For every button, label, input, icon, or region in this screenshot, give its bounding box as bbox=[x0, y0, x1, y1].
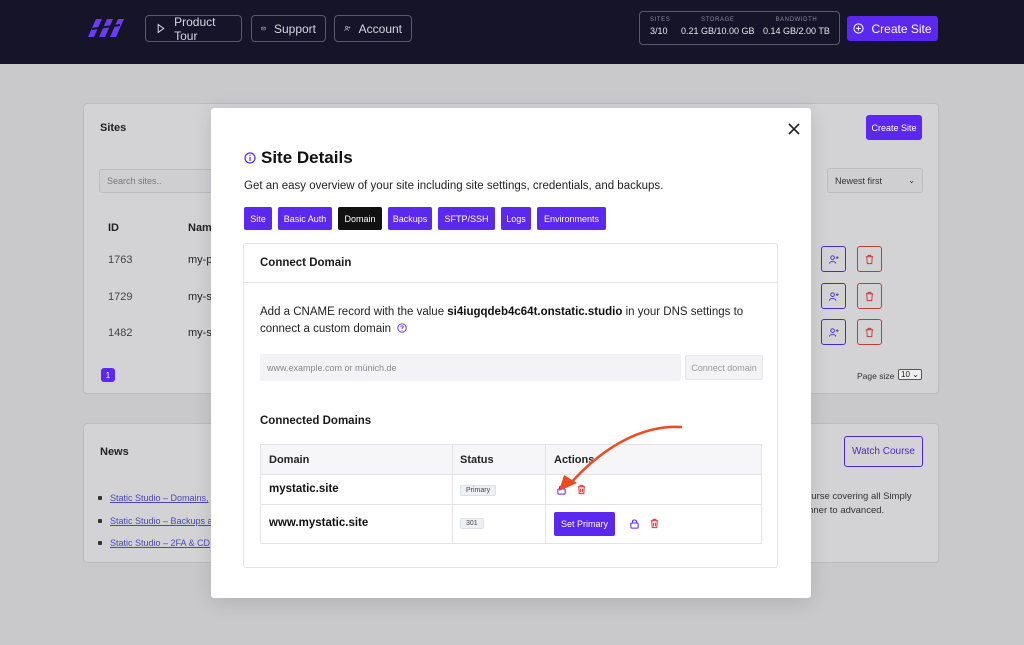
stat-bandwidth: BANDWIDTH 0.14 GB/2.00 TB bbox=[763, 17, 830, 36]
status-badge: Primary bbox=[460, 485, 497, 496]
site-id: 1763 bbox=[108, 254, 133, 266]
tab-sftp-ssh[interactable]: SFTP/SSH bbox=[438, 207, 495, 230]
col-domain: Domain bbox=[269, 454, 310, 466]
domain-name: mystatic.site bbox=[269, 483, 339, 495]
news-description: ourse covering all Simply bbox=[806, 491, 912, 502]
domain-panel: Connect Domain Add a CNAME record with t… bbox=[243, 243, 778, 568]
usage-stats: SITES 3/10 STORAGE 0.21 GB/10.00 GB BAND… bbox=[639, 11, 840, 45]
watch-course-button[interactable]: Watch Course bbox=[844, 436, 923, 467]
page-size-label: Page size bbox=[857, 371, 895, 381]
add-user-button[interactable] bbox=[821, 246, 846, 272]
annotation-arrow bbox=[559, 425, 683, 491]
info-icon bbox=[244, 152, 256, 164]
modal-subtitle: Get an easy overview of your site includ… bbox=[244, 180, 664, 192]
col-status: Status bbox=[460, 454, 494, 466]
mail-icon bbox=[261, 26, 266, 31]
domain-input[interactable]: www.example.com or münich.de bbox=[260, 354, 681, 381]
tab-domain[interactable]: Domain bbox=[338, 207, 382, 230]
account-label: Account bbox=[358, 21, 402, 36]
product-tour-label: Product Tour bbox=[174, 14, 216, 43]
close-icon[interactable] bbox=[787, 122, 801, 136]
site-name[interactable]: my-s bbox=[188, 291, 212, 303]
search-sites-input[interactable]: Search sites.. bbox=[99, 169, 219, 193]
site-name[interactable]: my-s bbox=[188, 327, 212, 339]
user-plus-icon bbox=[828, 254, 839, 264]
user-plus-icon bbox=[828, 327, 839, 337]
site-id: 1482 bbox=[108, 327, 133, 339]
tab-backups[interactable]: Backups bbox=[388, 207, 432, 230]
trash-icon[interactable] bbox=[649, 518, 660, 529]
sites-card-title: Sites bbox=[100, 122, 127, 134]
delete-site-button[interactable] bbox=[857, 246, 882, 272]
site-id: 1729 bbox=[108, 291, 133, 303]
bullet bbox=[98, 496, 102, 500]
set-primary-button[interactable]: Set Primary bbox=[554, 512, 615, 536]
delete-site-button[interactable] bbox=[857, 283, 882, 309]
stat-sites: SITES 3/10 bbox=[650, 17, 671, 36]
help-icon[interactable] bbox=[397, 323, 407, 333]
modal-title: Site Details bbox=[244, 148, 353, 168]
cname-value: si4iugqdeb4c64t.onstatic.studio bbox=[447, 306, 623, 318]
create-site-button[interactable]: Create Site bbox=[847, 16, 938, 41]
lock-icon[interactable] bbox=[629, 518, 640, 529]
add-user-button[interactable] bbox=[821, 283, 846, 309]
tab-logs[interactable]: Logs bbox=[501, 207, 531, 230]
news-description: inner to advanced. bbox=[806, 505, 885, 516]
table-row: www.mystatic.site 301 Set Primary bbox=[261, 505, 761, 543]
trash-icon bbox=[865, 291, 874, 301]
support-button[interactable]: Support bbox=[251, 15, 326, 42]
stat-storage: STORAGE 0.21 GB/10.00 GB bbox=[681, 17, 755, 36]
play-icon bbox=[157, 23, 165, 34]
domain-name: www.mystatic.site bbox=[269, 517, 369, 529]
cname-instructions: Add a CNAME record with the value si4iug… bbox=[260, 306, 744, 335]
col-id: ID bbox=[108, 222, 119, 234]
bullet bbox=[98, 541, 102, 545]
col-name: Nam bbox=[188, 222, 212, 234]
connect-domain-title: Connect Domain bbox=[260, 257, 352, 269]
add-user-button[interactable] bbox=[821, 319, 846, 345]
bullet bbox=[98, 519, 102, 523]
news-link[interactable]: Static Studio – 2FA & CD bbox=[110, 538, 210, 548]
trash-icon bbox=[865, 327, 874, 337]
tab-site[interactable]: Site bbox=[244, 207, 272, 230]
user-plus-icon bbox=[344, 25, 351, 31]
sites-create-button[interactable]: Create Site bbox=[866, 115, 922, 140]
plus-circle-icon bbox=[853, 23, 865, 34]
chevron-down-icon: ⌄ bbox=[908, 176, 915, 185]
logo-icon[interactable] bbox=[86, 17, 126, 39]
news-link[interactable]: Static Studio – Backups a bbox=[110, 516, 213, 526]
page-size-select[interactable]: 10 ⌄ bbox=[898, 369, 922, 380]
support-label: Support bbox=[273, 21, 316, 36]
pagination-page-1[interactable]: 1 bbox=[101, 368, 115, 382]
connect-domain-button[interactable]: Connect domain bbox=[685, 355, 763, 380]
panel-header: Connect Domain bbox=[244, 244, 777, 283]
connected-domains-title: Connected Domains bbox=[260, 415, 372, 427]
news-card-title: News bbox=[100, 446, 129, 458]
product-tour-button[interactable]: Product Tour bbox=[145, 14, 242, 43]
tab-basic-auth[interactable]: Basic Auth bbox=[278, 207, 332, 230]
user-plus-icon bbox=[828, 291, 839, 301]
trash-icon bbox=[865, 254, 874, 264]
delete-site-button[interactable] bbox=[857, 319, 882, 345]
status-badge: 301 bbox=[460, 518, 484, 529]
sort-select[interactable]: Newest first ⌄ bbox=[827, 168, 923, 193]
top-navbar: Product Tour Support Account SITES 3/10 … bbox=[0, 0, 1024, 64]
account-button[interactable]: Account bbox=[334, 15, 412, 42]
tab-environments[interactable]: Environments bbox=[537, 207, 606, 230]
site-name[interactable]: my-p bbox=[188, 254, 212, 266]
site-details-modal: Site Details Get an easy overview of you… bbox=[211, 108, 811, 598]
news-link[interactable]: Static Studio – Domains, bbox=[110, 493, 209, 503]
